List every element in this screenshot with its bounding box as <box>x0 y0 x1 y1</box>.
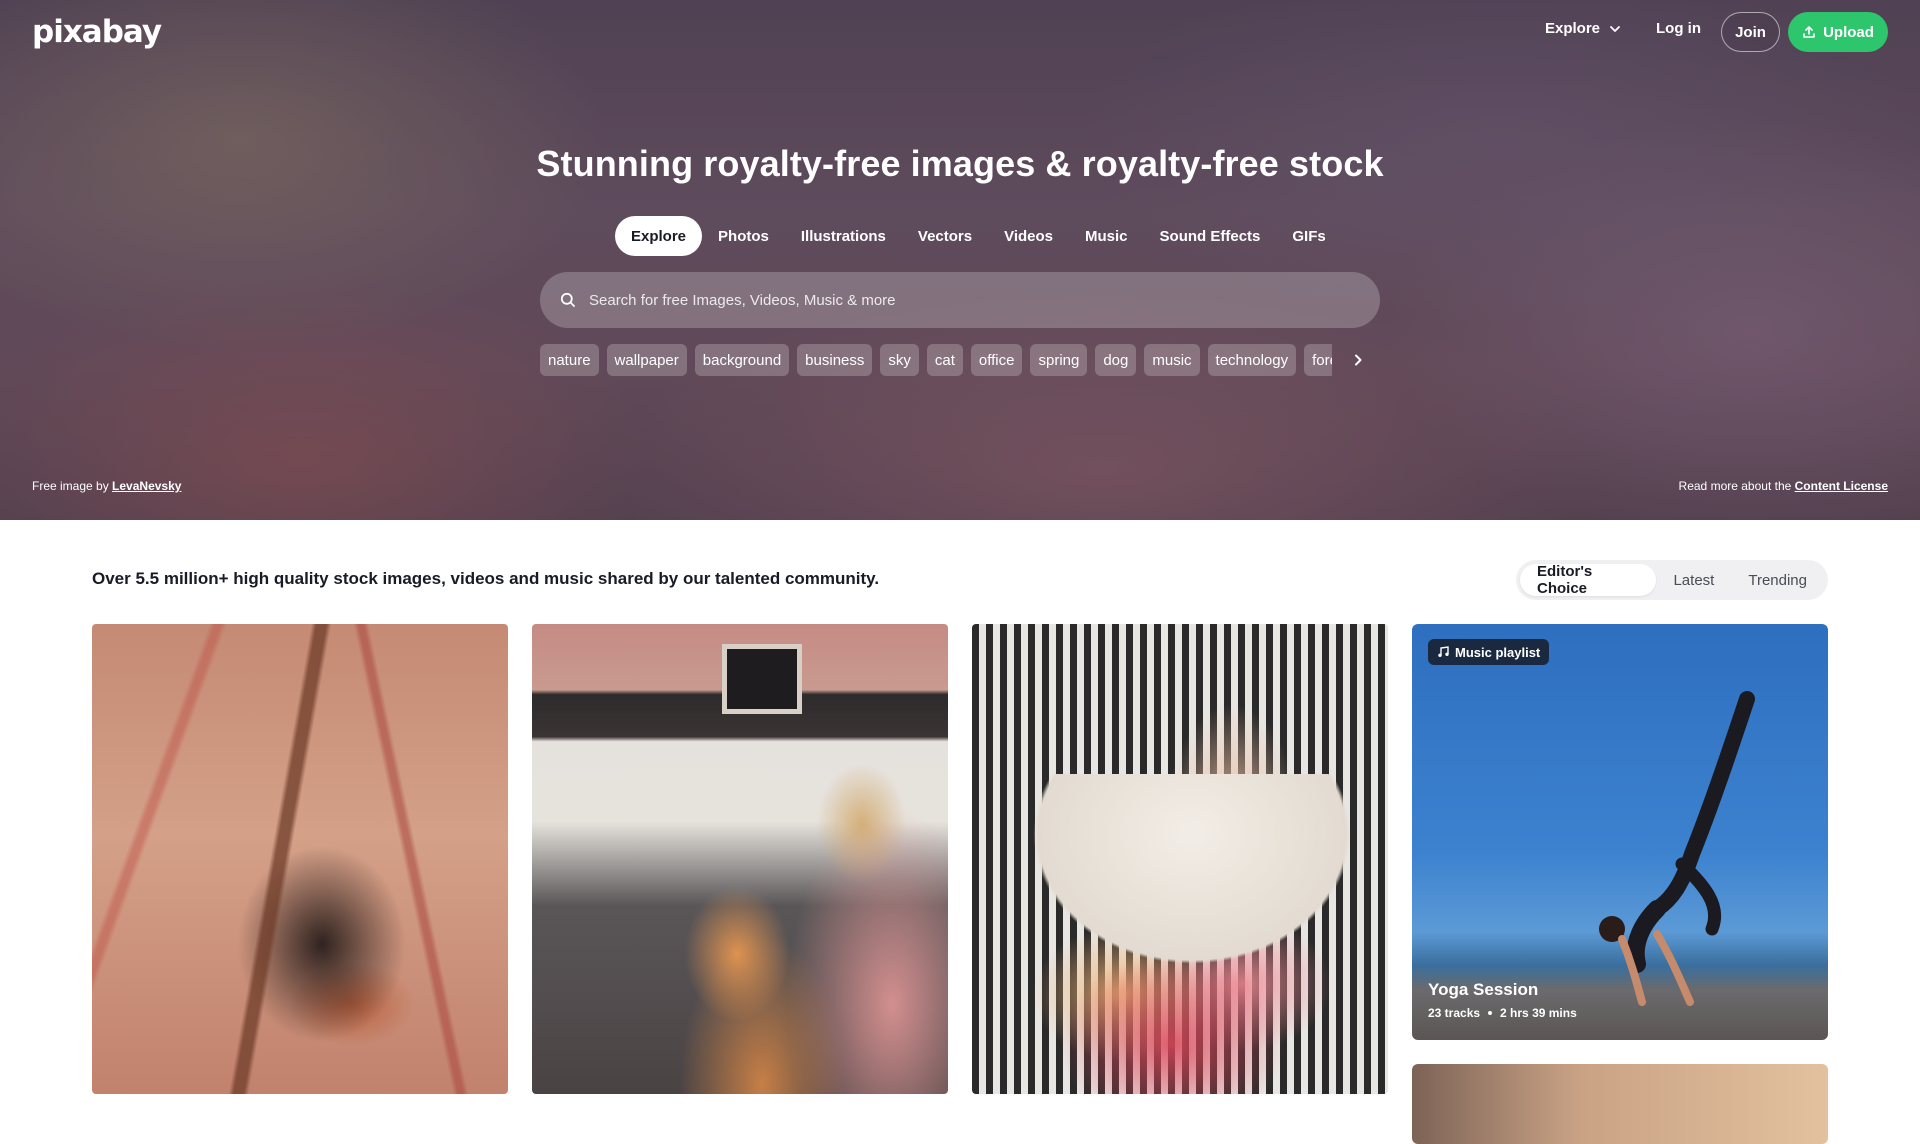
search-chip[interactable]: wallpaper <box>606 344 687 376</box>
image-card-flowers[interactable] <box>972 624 1388 1094</box>
sort-toggle: Editor's Choice Latest Trending <box>1516 560 1828 600</box>
image-card-bird[interactable] <box>92 624 508 1094</box>
playlist-badge-label: Music playlist <box>1455 644 1541 660</box>
license-note: Read more about the Content License <box>1679 479 1888 493</box>
music-playlist-card[interactable]: Music playlist Yoga Session 23 tracks 2 … <box>1412 624 1828 1040</box>
top-navigation: pixabay Explore Log in Join Upload <box>0 0 1920 64</box>
playlist-title: Yoga Session <box>1428 980 1539 999</box>
tab-gifs[interactable]: GIFs <box>1276 216 1341 256</box>
tab-sound-effects[interactable]: Sound Effects <box>1144 216 1277 256</box>
credit-prefix: Free image by <box>32 479 109 493</box>
upload-button[interactable]: Upload <box>1788 12 1888 52</box>
playlist-duration: 2 hrs 39 mins <box>1500 1006 1577 1020</box>
image-credit: Free image by LevaNevsky <box>32 479 181 493</box>
search-chip[interactable]: cat <box>926 344 963 376</box>
explore-menu-label: Explore <box>1545 20 1601 37</box>
search-chip[interactable]: office <box>970 344 1023 376</box>
search-chip[interactable]: technology <box>1207 344 1297 376</box>
hero-banner: pixabay Explore Log in Join Upload Stunn… <box>0 0 1920 520</box>
sort-editors-choice[interactable]: Editor's Choice <box>1520 563 1657 597</box>
playlist-meta: 23 tracks 2 hrs 39 mins <box>1428 1006 1577 1020</box>
search-icon[interactable] <box>560 292 576 308</box>
upload-icon <box>1803 26 1815 38</box>
search-chip[interactable]: nature <box>540 344 599 376</box>
yoga-figure-illustration <box>1599 691 1755 1006</box>
tab-photos[interactable]: Photos <box>702 216 785 256</box>
search-chips-track: nature wallpaper background business sky… <box>540 343 1332 377</box>
search-bar <box>540 272 1380 328</box>
chevron-down-icon <box>1610 25 1620 32</box>
explore-menu-button[interactable]: Explore <box>1545 20 1622 37</box>
popular-searches: nature wallpaper background business sky… <box>540 343 1380 377</box>
sort-trending[interactable]: Trending <box>1731 564 1824 596</box>
search-chip[interactable]: forest <box>1304 344 1332 376</box>
join-button[interactable]: Join <box>1721 12 1780 52</box>
photo-window-detail <box>722 644 802 714</box>
license-prefix: Read more about the <box>1678 479 1792 493</box>
tab-videos[interactable]: Videos <box>988 216 1069 256</box>
credit-author-link[interactable]: LevaNevsky <box>112 479 181 493</box>
pixabay-logo[interactable]: pixabay <box>32 14 162 50</box>
search-chip[interactable]: business <box>797 344 873 376</box>
search-chip[interactable]: music <box>1144 344 1200 376</box>
content-license-link[interactable]: Content License <box>1795 479 1888 493</box>
image-card-dog[interactable] <box>532 624 948 1094</box>
community-intro: Over 5.5 million+ high quality stock ima… <box>92 569 880 588</box>
meta-separator <box>1488 1011 1493 1015</box>
chips-next-button[interactable] <box>1346 348 1370 372</box>
tab-illustrations[interactable]: Illustrations <box>785 216 902 256</box>
tab-music[interactable]: Music <box>1069 216 1144 256</box>
photo-skirt-detail <box>992 774 1368 1094</box>
tab-explore[interactable]: Explore <box>615 216 703 256</box>
tab-vectors[interactable]: Vectors <box>902 216 988 256</box>
playlist-track-count: 23 tracks <box>1428 1006 1481 1020</box>
login-link[interactable]: Log in <box>1656 20 1701 37</box>
search-chip[interactable]: dog <box>1095 344 1137 376</box>
image-card-next[interactable] <box>1412 1064 1828 1144</box>
media-type-tabs: Explore Photos Illustrations Vectors Vid… <box>615 216 1342 256</box>
search-input[interactable] <box>589 291 1349 309</box>
music-playlist-badge: Music playlist <box>1428 639 1550 665</box>
search-chip[interactable]: background <box>694 344 790 376</box>
chevron-right-icon <box>1355 354 1362 366</box>
upload-label: Upload <box>1823 23 1874 41</box>
search-chip[interactable]: spring <box>1030 344 1088 376</box>
hero-title: Stunning royalty-free images & royalty-f… <box>536 143 1384 184</box>
music-note-icon <box>1438 646 1449 657</box>
sort-latest[interactable]: Latest <box>1656 564 1731 596</box>
search-chip[interactable]: sky <box>880 344 919 376</box>
